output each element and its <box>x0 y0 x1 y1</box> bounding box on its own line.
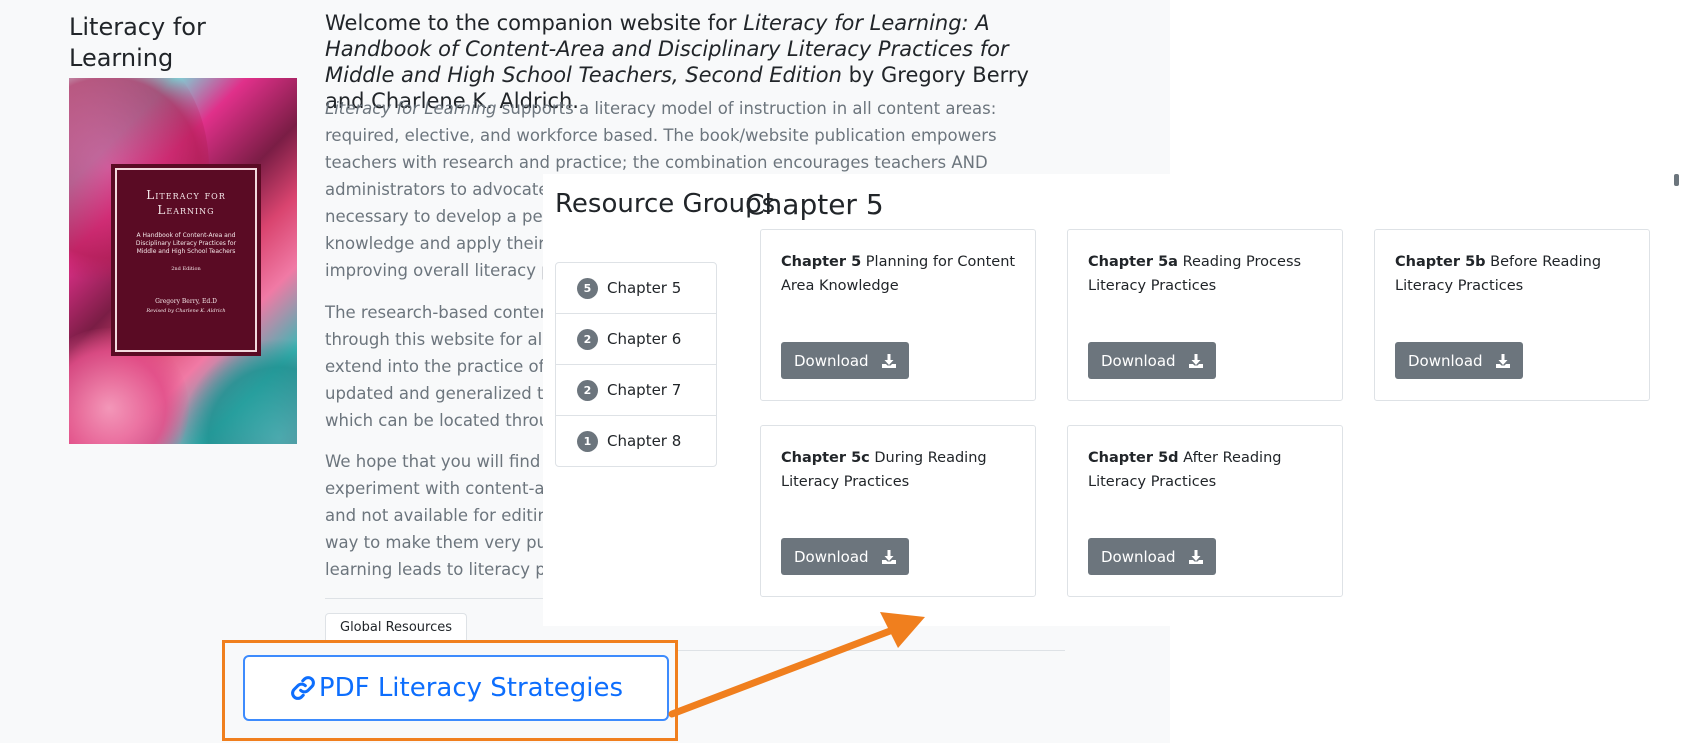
research-line: through this website for all wh <box>325 330 577 349</box>
download-icon <box>1188 549 1203 564</box>
download-button[interactable]: Download <box>1395 342 1523 379</box>
cover-title: Literacy for Learning <box>146 188 226 217</box>
hope-line: learning leads to literacy profi <box>325 560 573 579</box>
hope-line: and not available for editing, <box>325 506 564 525</box>
site-title: Literacy for Learning <box>69 13 206 72</box>
cover-subtitle: A Handbook of Content-Area and Disciplin… <box>135 232 237 255</box>
resource-group-label: Chapter 6 <box>607 330 682 348</box>
download-label: Download <box>1101 547 1176 566</box>
download-icon <box>881 353 896 368</box>
download-button[interactable]: Download <box>1088 342 1216 379</box>
link-icon <box>291 676 315 700</box>
card-text: Chapter 5b Before Reading Literacy Pract… <box>1395 250 1635 298</box>
intro-line: improving overall literacy prof <box>325 261 575 280</box>
cover-title-plate: Literacy for Learning A Handbook of Cont… <box>115 168 257 352</box>
count-badge: 2 <box>577 328 598 350</box>
resource-group-chapter-8[interactable]: 1 Chapter 8 <box>556 415 716 466</box>
download-label: Download <box>794 547 869 566</box>
cover-reviser: Revised by Charlene K. Aldrich <box>146 308 226 314</box>
pdf-literacy-strategies-button[interactable]: PDF Literacy Strategies <box>243 655 669 721</box>
intro-line: necessary to develop a perma <box>325 207 576 226</box>
resource-group-label: Chapter 8 <box>607 432 682 450</box>
research-line: updated and generalized to a <box>325 384 569 403</box>
card-code: Chapter 5 <box>781 254 862 270</box>
download-button[interactable]: Download <box>781 538 909 575</box>
intro-line: knowledge and apply their lea <box>325 234 576 253</box>
research-line: extend into the practice of dis <box>325 357 574 376</box>
resource-card: Chapter 5b Before Reading Literacy Pract… <box>1374 229 1650 401</box>
resource-card: Chapter 5a Reading Process Literacy Prac… <box>1067 229 1343 401</box>
download-icon <box>881 549 896 564</box>
intro-book-title: Literacy for Learning <box>325 99 497 118</box>
card-text: Chapter 5a Reading Process Literacy Prac… <box>1088 250 1328 298</box>
card-code: Chapter 5b <box>1395 254 1486 270</box>
tab-global-resources[interactable]: Global Resources <box>325 613 467 641</box>
resource-groups-list: 5 Chapter 5 2 Chapter 6 2 Chapter 7 1 Chapte… <box>555 262 717 467</box>
resource-group-chapter-6[interactable]: 2 Chapter 6 <box>556 313 716 364</box>
hope-line: We hope that you will find the <box>325 452 573 471</box>
resource-card: Chapter 5c During Reading Literacy Pract… <box>760 425 1036 597</box>
resource-group-chapter-5[interactable]: 5 Chapter 5 <box>556 263 716 313</box>
research-line: which can be located through <box>325 411 571 430</box>
download-button[interactable]: Download <box>781 342 909 379</box>
count-badge: 5 <box>577 277 598 299</box>
card-text: Chapter 5c During Reading Literacy Pract… <box>781 446 1021 494</box>
resource-card: Chapter 5 Planning for Content Area Know… <box>760 229 1036 401</box>
download-icon <box>1495 353 1510 368</box>
pdf-link-label: PDF Literacy Strategies <box>318 673 624 703</box>
download-label: Download <box>794 351 869 370</box>
chapter-title: Chapter 5 <box>745 188 884 221</box>
download-label: Download <box>1101 351 1176 370</box>
cover-author: Gregory Berry, Ed.D <box>155 298 217 305</box>
count-badge: 2 <box>577 379 598 401</box>
resource-groups-title: Resource Groups <box>555 189 776 219</box>
resource-group-chapter-7[interactable]: 2 Chapter 7 <box>556 364 716 415</box>
card-text: Chapter 5 Planning for Content Area Know… <box>781 250 1021 298</box>
resource-card: Chapter 5d After Reading Literacy Practi… <box>1067 425 1343 597</box>
book-cover: Literacy for Learning A Handbook of Cont… <box>69 78 297 444</box>
cover-edition: 2nd Edition <box>171 266 201 272</box>
count-badge: 1 <box>577 430 598 452</box>
hope-line: way to make them very purpo <box>325 533 575 552</box>
scroll-indicator <box>1674 174 1679 186</box>
card-code: Chapter 5d <box>1088 450 1179 466</box>
research-line: The research-based content-a <box>325 303 573 322</box>
download-button[interactable]: Download <box>1088 538 1216 575</box>
download-label: Download <box>1408 351 1483 370</box>
card-code: Chapter 5c <box>781 450 870 466</box>
card-code: Chapter 5a <box>1088 254 1178 270</box>
hope-line: experiment with content-area <box>325 479 572 498</box>
resource-group-label: Chapter 5 <box>607 279 682 297</box>
download-icon <box>1188 353 1203 368</box>
card-text: Chapter 5d After Reading Literacy Practi… <box>1088 446 1328 494</box>
welcome-prefix: Welcome to the companion website for <box>325 11 744 35</box>
resource-group-label: Chapter 7 <box>607 381 682 399</box>
